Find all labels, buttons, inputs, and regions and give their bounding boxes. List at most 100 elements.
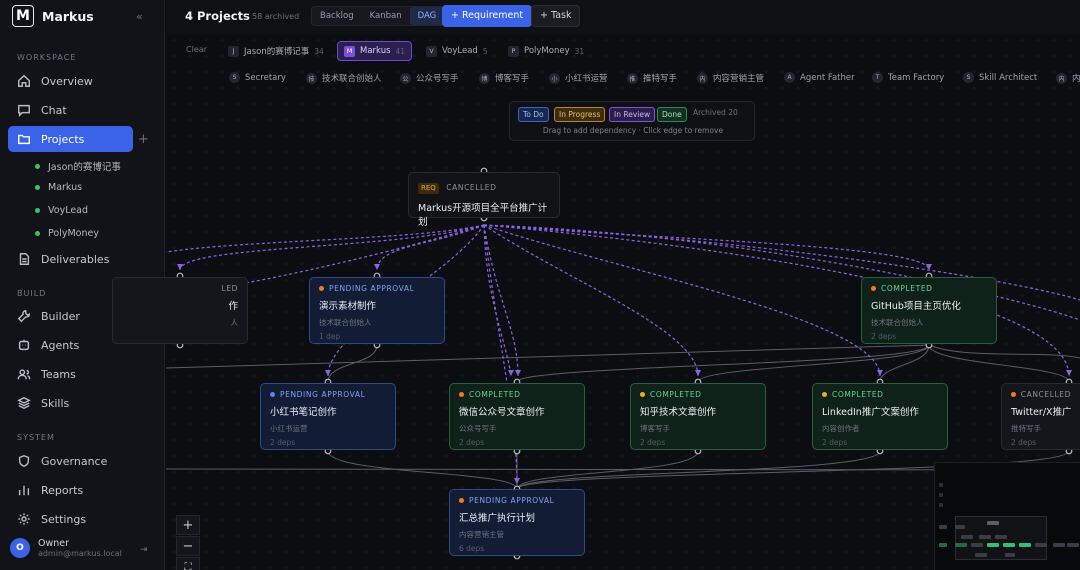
project-name: Jason的赛博记事 (48, 162, 121, 173)
sidebar-item-label: Projects (41, 132, 85, 146)
edge-gh-wechat (516, 344, 930, 383)
status-dot (35, 231, 40, 236)
minimap-node (995, 535, 1007, 539)
task-node-linkedin[interactable]: COMPLETED LinkedIn推广文案创作 内容创作者 2 deps (812, 383, 948, 450)
status-dot (319, 286, 324, 291)
sidebar-project-markus[interactable]: Markus (35, 182, 82, 193)
task-deps: 2 deps (871, 332, 897, 341)
sidebar-item-label: Builder (41, 309, 80, 323)
task-status: COMPLETED (459, 390, 575, 399)
sidebar-item-overview[interactable]: Overview (8, 68, 133, 94)
minimap-node (955, 543, 967, 547)
arrowhead (1066, 370, 1072, 376)
fit-view-button[interactable]: ⛶ (176, 557, 200, 570)
req-title: Markus开源项目全平台推广计划 (418, 203, 548, 228)
minimap-node (1035, 543, 1047, 547)
req-tag: REQ (418, 183, 439, 194)
markus-logo: M (12, 5, 34, 27)
home-icon (18, 74, 30, 87)
task-agent: 小红书运营 (270, 424, 308, 433)
status-dot (640, 392, 645, 397)
add-project-icon[interactable]: + (138, 132, 149, 147)
project-name: Markus (48, 182, 83, 193)
logout-icon[interactable]: ⇥ (140, 545, 148, 555)
task-status: LED (221, 284, 238, 293)
minimap-node (961, 535, 973, 539)
folder-icon (18, 134, 30, 145)
task-status: COMPLETED (871, 284, 987, 293)
layers-icon (17, 396, 31, 410)
task-node-xiaohongshu[interactable]: PENDING APPROVAL 小红书笔记创作 小红书运营 2 deps (260, 383, 396, 450)
task-node-twitter[interactable]: CANCELLED Twitter/X推广文 推特写手 2 deps (1001, 383, 1080, 450)
status-dot (871, 286, 876, 291)
section-system: SYSTEM (17, 433, 55, 442)
sidebar-item-settings[interactable]: Settings (8, 506, 133, 532)
arrowhead (508, 370, 514, 376)
status-dot (35, 208, 40, 213)
task-title: 演示素材制作 (319, 301, 377, 312)
sidebar-item-chat[interactable]: Chat (8, 97, 133, 123)
minimap-node (975, 553, 987, 557)
arrowhead (177, 264, 183, 270)
arrowhead (515, 370, 521, 376)
brand[interactable]: M Markus (12, 5, 94, 27)
status-dot (459, 392, 464, 397)
sidebar-item-teams[interactable]: Teams (8, 361, 133, 387)
wrench-icon (17, 310, 30, 323)
task-status: COMPLETED (822, 390, 938, 399)
minimap-node (1003, 543, 1015, 547)
task-title: 微信公众号文章创作 (459, 407, 545, 418)
zoom-out-button[interactable]: − (176, 536, 200, 556)
minimap-node (939, 493, 943, 497)
collapse-sidebar-icon[interactable]: « (136, 10, 143, 23)
task-node-partial[interactable]: LED 作 人 (112, 277, 248, 344)
sidebar-item-reports[interactable]: Reports (8, 477, 133, 503)
gear-icon (18, 513, 30, 525)
task-deps: 2 deps (270, 438, 296, 447)
task-deps: 2 deps (822, 438, 848, 447)
edge-xhs-summary (327, 450, 518, 490)
dag-canvas[interactable]: 4 Projects 58 archived Backlog Kanban DA… (112, 0, 1080, 570)
task-title: 汇总推广执行计划 (459, 513, 536, 524)
arrowhead (695, 370, 701, 376)
task-node-wechat[interactable]: COMPLETED 微信公众号文章创作 公众号写手 2 deps (449, 383, 585, 450)
requirement-node[interactable]: REQ CANCELLED Markus开源项目全平台推广计划 (408, 172, 560, 228)
task-node-github[interactable]: COMPLETED GitHub项目主页优化 技术联合创始人 2 deps (861, 277, 997, 344)
minimap-node (1005, 553, 1015, 557)
sidebar-item-label: Settings (41, 512, 87, 526)
sidebar-item-governance[interactable]: Governance (8, 448, 133, 474)
sidebar-item-deliverables[interactable]: Deliverables (8, 246, 133, 272)
minimap-node (939, 543, 947, 547)
task-agent: 内容营销主管 (459, 530, 504, 539)
user-name: Owner (38, 538, 70, 549)
sidebar-item-label: Deliverables (41, 252, 110, 266)
task-node-summary[interactable]: PENDING APPROVAL 汇总推广执行计划 内容营销主管 6 deps (449, 489, 585, 556)
task-agent: 技术联合创始人 (319, 318, 372, 327)
minimap-node (1067, 543, 1079, 547)
sidebar-project-voylead[interactable]: VoyLead (35, 205, 88, 216)
sidebar-item-label: Governance (41, 454, 108, 468)
minimap-node (987, 543, 999, 547)
edge-layout-3 (327, 344, 378, 383)
edge-req-wechat-b (483, 224, 519, 377)
zoom-controls: + − ⛶ (176, 515, 200, 570)
edge-req-materials (376, 224, 485, 271)
task-deps: 6 deps (459, 544, 485, 553)
task-deps: 2 deps (1011, 438, 1037, 447)
task-node-materials[interactable]: PENDING APPROVAL 演示素材制作 技术联合创始人 1 dep (309, 277, 445, 344)
user-profile[interactable]: O Owner admin@markus.local (10, 538, 122, 558)
task-deps: 2 deps (640, 438, 666, 447)
task-node-zhihu[interactable]: COMPLETED 知乎技术文章创作 博客写手 2 deps (630, 383, 766, 450)
sidebar-project-polymoney[interactable]: PolyMoney (35, 228, 99, 239)
zoom-in-button[interactable]: + (176, 515, 200, 535)
sidebar-item-label: Chat (41, 103, 67, 117)
status-dot (35, 185, 40, 190)
task-agent: 公众号写手 (459, 424, 497, 433)
minimap[interactable] (934, 462, 1080, 570)
task-agent: 人 (230, 318, 239, 327)
task-status: PENDING APPROVAL (270, 390, 386, 399)
sidebar-item-projects[interactable]: Projects (8, 126, 133, 152)
sidebar-item-skills[interactable]: Skills (8, 390, 133, 416)
task-title: 小红书笔记创作 (270, 407, 337, 418)
sidebar-project-jason[interactable]: Jason的赛博记事 (35, 159, 121, 173)
